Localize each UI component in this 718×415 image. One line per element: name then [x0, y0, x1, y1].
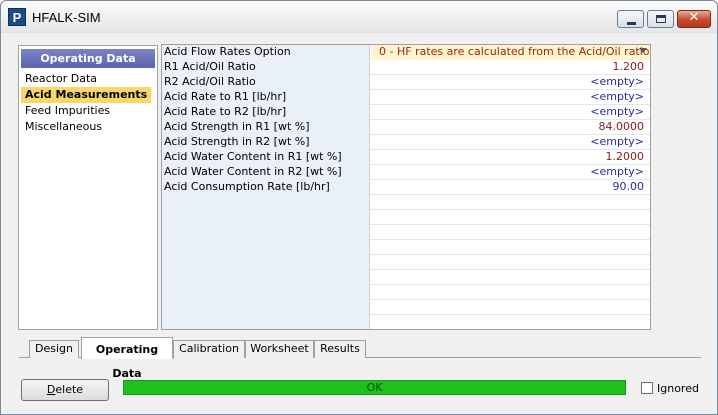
grid-row-value[interactable]: 84.0000 — [371, 120, 650, 135]
grid-row-label — [162, 195, 370, 210]
grid-row-value — [371, 195, 650, 210]
grid-row-value[interactable]: 90.00 — [371, 180, 650, 195]
grid-row[interactable]: Acid Water Content in R1 [wt %] 1.2000 — [162, 150, 650, 165]
grid-row-label — [162, 225, 370, 240]
grid-row-empty — [162, 225, 650, 240]
nav-item-acid-measurements[interactable]: Acid Measurements — [21, 87, 151, 103]
maximize-icon — [656, 15, 666, 23]
grid-row-value — [371, 255, 650, 270]
acid-flow-option-dropdown[interactable]: 0 - HF rates are calculated from the Aci… — [371, 45, 650, 60]
grid-row-value[interactable]: <empty> — [371, 90, 650, 105]
ignored-checkbox-box[interactable] — [641, 382, 653, 394]
grid-row-label: R1 Acid/Oil Ratio — [162, 60, 370, 75]
nav-header: Operating Data — [21, 49, 155, 68]
chevron-down-icon[interactable] — [639, 48, 647, 53]
app-logo-icon: P — [8, 8, 26, 26]
grid-row-value — [371, 300, 650, 315]
grid-row-empty — [162, 285, 650, 300]
grid-row-label — [162, 270, 370, 285]
grid-row[interactable]: Acid Rate to R1 [lb/hr] <empty> — [162, 90, 650, 105]
grid-row-label: R2 Acid/Oil Ratio — [162, 75, 370, 90]
grid-row-empty — [162, 255, 650, 270]
grid-row-value[interactable]: <empty> — [371, 75, 650, 90]
minimize-button[interactable] — [617, 10, 644, 28]
grid-row-label: Acid Consumption Rate [lb/hr] — [162, 180, 370, 195]
grid-row-label — [162, 285, 370, 300]
grid-row[interactable]: Acid Consumption Rate [lb/hr] 90.00 — [162, 180, 650, 195]
grid-row-empty — [162, 195, 650, 210]
grid-row-label — [162, 315, 370, 329]
grid-row-label: Acid Flow Rates Option — [162, 45, 370, 60]
grid-row-label: Acid Rate to R1 [lb/hr] — [162, 90, 370, 105]
grid-row-value[interactable]: <empty> — [371, 105, 650, 120]
grid-row-value[interactable]: 1.200 — [371, 60, 650, 75]
grid-row-label — [162, 210, 370, 225]
grid-row[interactable]: R2 Acid/Oil Ratio <empty> — [162, 75, 650, 90]
nav-item-feed-impurities[interactable]: Feed Impurities — [21, 103, 151, 119]
ignored-label: Ignored — [657, 382, 699, 395]
tab-worksheet[interactable]: Worksheet — [245, 340, 314, 358]
title-bar[interactable]: P HFALK-SIM ✕ — [1, 1, 717, 33]
grid-row-label: Acid Strength in R2 [wt %] — [162, 135, 370, 150]
grid-row-empty — [162, 300, 650, 315]
main-window: P HFALK-SIM ✕ Operating Data Reactor Dat… — [0, 0, 718, 415]
close-icon: ✕ — [688, 10, 700, 25]
grid-row-value — [371, 225, 650, 240]
grid-row-value[interactable]: 1.2000 — [371, 150, 650, 165]
delete-label: elete — [55, 383, 84, 396]
maximize-button[interactable] — [647, 10, 674, 28]
grid-row-label: Acid Rate to R2 [lb/hr] — [162, 105, 370, 120]
grid-row-label — [162, 300, 370, 315]
status-bar: OK — [123, 380, 626, 395]
grid-row-value — [371, 240, 650, 255]
nav-item-reactor-data[interactable]: Reactor Data — [21, 71, 151, 87]
grid-row[interactable]: Acid Rate to R2 [lb/hr] <empty> — [162, 105, 650, 120]
grid-row-empty — [162, 210, 650, 225]
grid-row[interactable]: Acid Water Content in R2 [wt %] <empty> — [162, 165, 650, 180]
tab-calibration[interactable]: Calibration — [173, 340, 245, 358]
grid-row-value — [371, 315, 650, 329]
grid-row-label: Acid Water Content in R2 [wt %] — [162, 165, 370, 180]
nav-item-miscellaneous[interactable]: Miscellaneous — [21, 119, 151, 135]
property-grid: Acid Flow Rates Option 0 - HF rates are c… — [161, 44, 651, 330]
grid-row-label — [162, 255, 370, 270]
window-title: HFALK-SIM — [32, 10, 101, 25]
grid-row-value[interactable]: <empty> — [371, 135, 650, 150]
grid-row[interactable]: Acid Strength in R1 [wt %] 84.0000 — [162, 120, 650, 135]
grid-row[interactable]: Acid Strength in R2 [wt %] <empty> — [162, 135, 650, 150]
grid-row[interactable]: Acid Flow Rates Option 0 - HF rates are c… — [162, 45, 650, 60]
client-area: Operating Data Reactor Data Acid Measurem… — [9, 37, 711, 337]
grid-row-value — [371, 210, 650, 225]
minimize-icon — [627, 22, 636, 25]
tab-results[interactable]: Results — [314, 340, 366, 358]
grid-row[interactable]: R1 Acid/Oil Ratio 1.200 — [162, 60, 650, 75]
tab-operating-data[interactable]: Operating Data — [81, 337, 173, 380]
close-button[interactable]: ✕ — [677, 10, 711, 28]
delete-button[interactable]: Delete — [21, 379, 109, 401]
grid-row-empty — [162, 270, 650, 285]
grid-row-value — [371, 285, 650, 300]
grid-row-label: Acid Strength in R1 [wt %] — [162, 120, 370, 135]
grid-row-value — [371, 270, 650, 285]
tab-strip: Design Operating Data Calibration Worksheet… — [9, 337, 711, 380]
operating-data-nav: Operating Data Reactor Data Acid Measurem… — [18, 45, 158, 330]
grid-row-empty — [162, 315, 650, 329]
grid-row-label — [162, 240, 370, 255]
tab-design[interactable]: Design — [29, 340, 79, 358]
ignored-checkbox[interactable]: Ignored — [641, 381, 711, 397]
status-text: OK — [366, 381, 383, 394]
grid-row-value[interactable]: <empty> — [371, 165, 650, 180]
grid-row-empty — [162, 240, 650, 255]
grid-row-label: Acid Water Content in R1 [wt %] — [162, 150, 370, 165]
